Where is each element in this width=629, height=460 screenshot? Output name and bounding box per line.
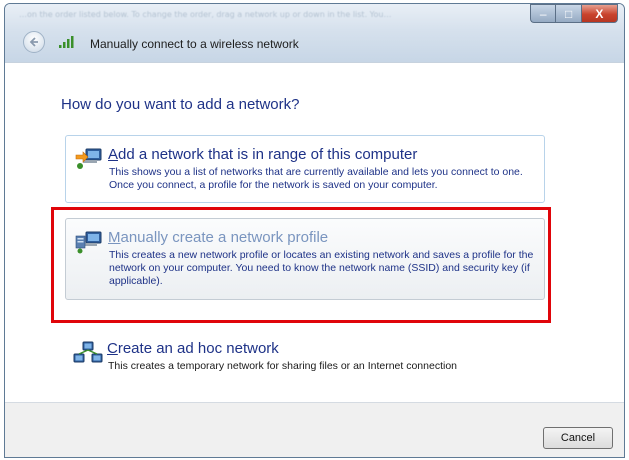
back-button[interactable] <box>23 31 45 53</box>
window-controls: – □ X <box>530 4 618 24</box>
highlight-box <box>51 207 551 323</box>
network-add-icon <box>75 148 102 169</box>
window-title: Manually connect to a wireless network <box>90 37 299 51</box>
wizard-footer: Cancel <box>5 402 624 457</box>
back-arrow-icon <box>29 37 38 47</box>
maximize-button[interactable]: □ <box>555 4 581 23</box>
option-title[interactable]: Create an ad hoc network <box>107 340 279 357</box>
close-button[interactable]: X <box>580 4 618 23</box>
wireless-signal-icon <box>59 36 74 48</box>
option-add-network-in-range[interactable]: Add a network that is in range of this c… <box>65 135 545 203</box>
adhoc-network-icon <box>73 341 103 363</box>
faded-instruction-text: …on the order listed below. To change th… <box>19 10 392 19</box>
page-heading: How do you want to add a network? <box>61 96 300 113</box>
option-description: This creates a temporary network for sha… <box>108 360 458 372</box>
title-bar: …on the order listed below. To change th… <box>5 4 624 62</box>
cancel-button[interactable]: Cancel <box>543 427 613 449</box>
minimize-button[interactable]: – <box>530 4 556 23</box>
option-title[interactable]: Add a network that is in range of this c… <box>108 146 417 163</box>
option-description: This shows you a list of networks that a… <box>109 166 523 191</box>
option-create-adhoc-network[interactable]: Create an ad hoc network This creates a … <box>65 330 545 390</box>
